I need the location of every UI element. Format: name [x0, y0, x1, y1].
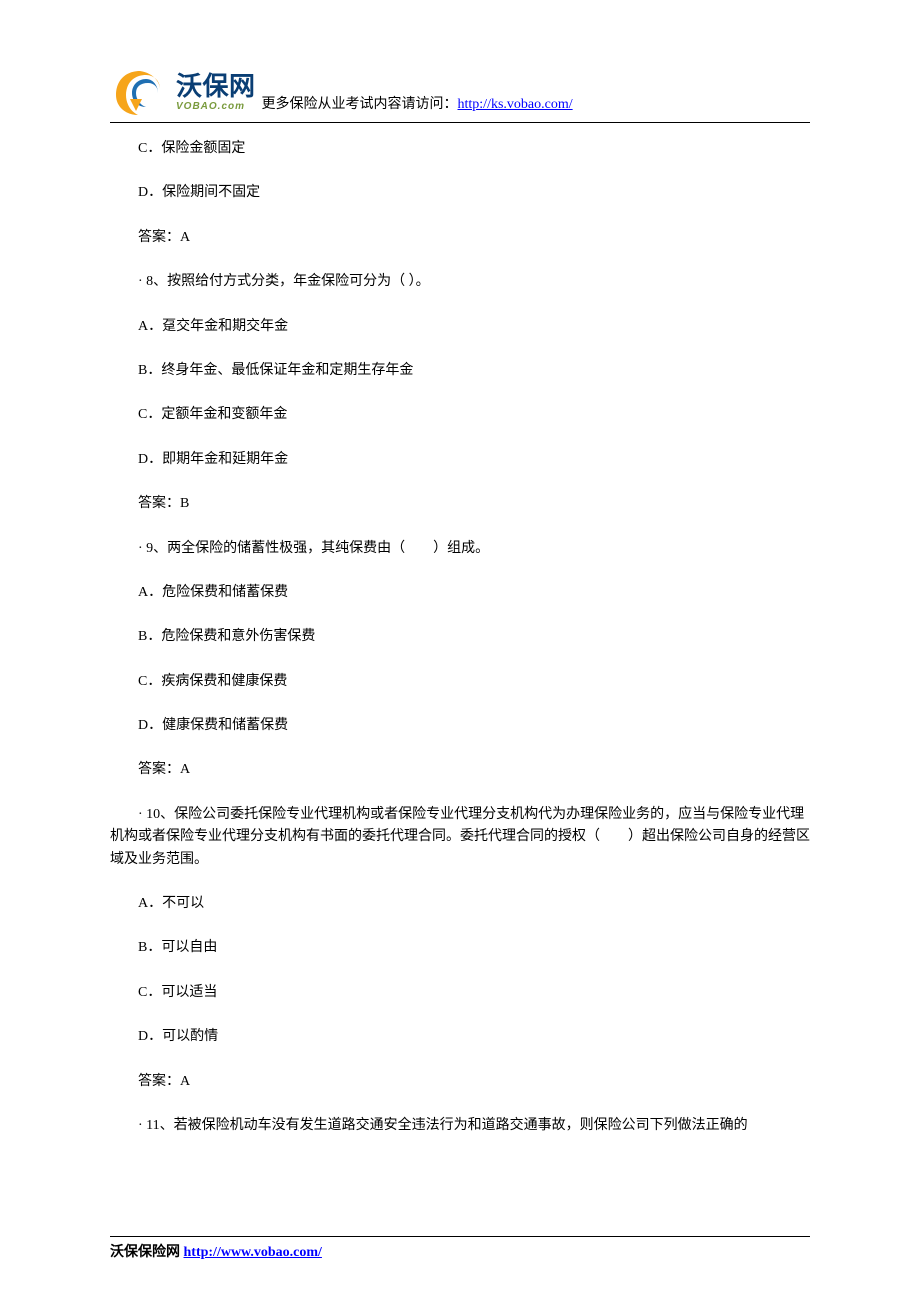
prev-answer: 答案：A	[110, 227, 810, 249]
logo-name-cn: 沃保网	[176, 73, 256, 100]
q10-option-a: A．不可以	[110, 893, 810, 915]
q9-option-a: A．危险保费和储蓄保费	[110, 582, 810, 604]
q8-option-a: A．趸交年金和期交年金	[110, 316, 810, 338]
logo-mark-icon	[110, 65, 170, 120]
q9-option-d: D．健康保费和储蓄保费	[110, 715, 810, 737]
q8-answer: 答案：B	[110, 493, 810, 515]
footer-link[interactable]: http://www.vobao.com/	[184, 1245, 322, 1260]
q8-option-d: D．即期年金和延期年金	[110, 449, 810, 471]
q9-answer: 答案：A	[110, 759, 810, 781]
site-logo: 沃保网 VOBAO.com	[110, 65, 256, 120]
prev-option-c: C．保险金额固定	[110, 138, 810, 160]
question-8: · 8、按照给付方式分类，年金保险可分为（ ）。	[110, 271, 810, 293]
page-header: 沃保网 VOBAO.com 更多保险从业考试内容请访问：http://ks.vo…	[110, 65, 810, 120]
document-body: C．保险金额固定 D．保险期间不固定 答案：A · 8、按照给付方式分类，年金保…	[110, 138, 810, 1137]
question-11: · 11、若被保险机动车没有发生道路交通安全违法行为和道路交通事故，则保险公司下…	[110, 1115, 810, 1137]
logo-text: 沃保网 VOBAO.com	[176, 73, 256, 113]
q8-option-b: B．终身年金、最低保证年金和定期生存年金	[110, 360, 810, 382]
header-tagline: 更多保险从业考试内容请访问：http://ks.vobao.com/	[262, 94, 573, 120]
footer-text: 沃保保险网 http://www.vobao.com/	[110, 1245, 322, 1260]
page-footer: 沃保保险网 http://www.vobao.com/	[110, 1236, 810, 1264]
document-page: 沃保网 VOBAO.com 更多保险从业考试内容请访问：http://ks.vo…	[0, 0, 920, 1302]
header-divider	[110, 122, 810, 123]
q10-option-d: D．可以酌情	[110, 1026, 810, 1048]
footer-divider	[110, 1236, 810, 1237]
footer-label: 沃保保险网	[110, 1245, 184, 1260]
header-link[interactable]: http://ks.vobao.com/	[458, 97, 573, 112]
q8-option-c: C．定额年金和变额年金	[110, 404, 810, 426]
header-prefix: 更多保险从业考试内容请访问：	[262, 97, 458, 112]
prev-option-d: D．保险期间不固定	[110, 182, 810, 204]
q9-option-c: C．疾病保费和健康保费	[110, 671, 810, 693]
logo-name-en: VOBAO.com	[176, 102, 256, 113]
q9-option-b: B．危险保费和意外伤害保费	[110, 626, 810, 648]
question-10: · 10、保险公司委托保险专业代理机构或者保险专业代理分支机构代为办理保险业务的…	[110, 804, 810, 871]
question-9: · 9、两全保险的储蓄性极强，其纯保费由（ ）组成。	[110, 538, 810, 560]
q10-option-b: B．可以自由	[110, 937, 810, 959]
q10-answer: 答案：A	[110, 1071, 810, 1093]
q10-option-c: C．可以适当	[110, 982, 810, 1004]
